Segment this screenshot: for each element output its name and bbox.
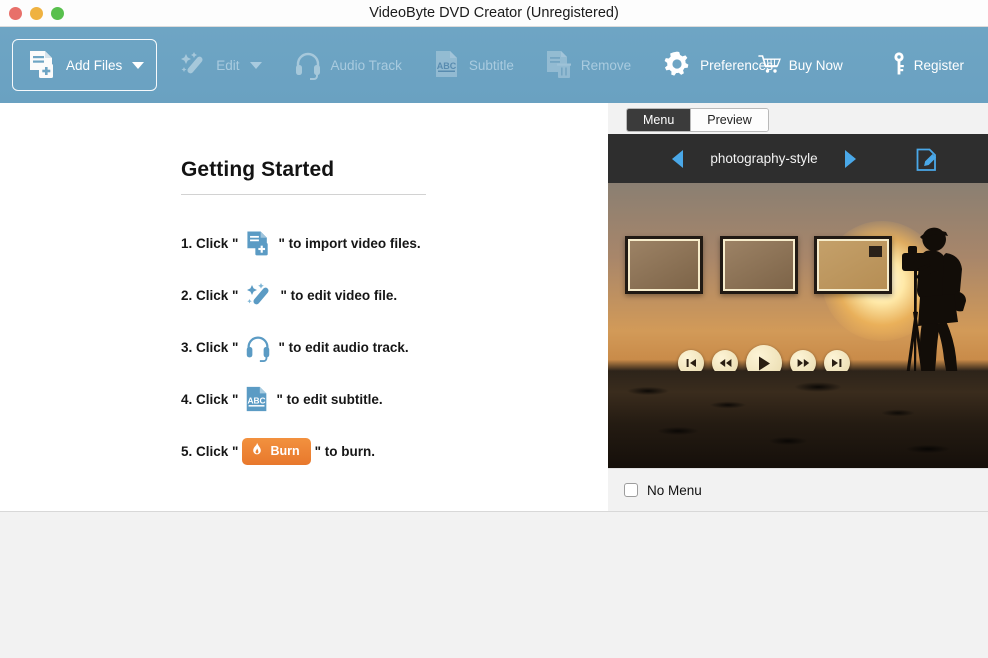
step-3-suffix: " to edit audio track. — [278, 339, 409, 355]
steps-list: 1. Click " " to import video files. 2. C… — [181, 217, 431, 477]
title-bar: VideoByte DVD Creator (Unregistered) — [0, 0, 988, 27]
toolbar-label-buy-now: Buy Now — [788, 57, 843, 73]
toolbar-item-audio-track[interactable]: Audio Track — [282, 39, 412, 91]
abc-subtitle-icon: ABC — [432, 48, 462, 83]
no-menu-row[interactable]: No Menu — [608, 468, 988, 511]
chevron-down-icon[interactable] — [249, 61, 262, 69]
toolbar-item-buy-now[interactable]: Buy Now — [748, 39, 853, 91]
menu-panel: Menu Preview photography-style No Menu — [608, 103, 988, 511]
headphones-icon — [243, 332, 273, 362]
burn-chip[interactable]: Burn — [242, 437, 311, 465]
divider — [181, 194, 426, 195]
list-item: 5. Click " Burn " to burn. — [181, 425, 431, 477]
step-1-suffix: " to import video files. — [278, 235, 421, 251]
step-1-prefix: 1. Click " — [181, 235, 239, 251]
menu-thumbnail-frame[interactable] — [720, 236, 798, 294]
toolbar-label-edit: Edit — [216, 57, 240, 73]
add-files-icon — [243, 227, 273, 259]
step-5-suffix: " to burn. — [314, 443, 375, 459]
step-3-prefix: 3. Click " — [181, 339, 239, 355]
magic-wand-icon — [177, 48, 209, 83]
window-title: VideoByte DVD Creator (Unregistered) — [369, 5, 619, 21]
left-arrow-icon[interactable] — [672, 149, 683, 168]
right-arrow-icon[interactable] — [845, 149, 856, 168]
magic-wand-icon — [243, 279, 275, 311]
toolbar-right-group: Buy Now Register — [748, 27, 974, 103]
template-name: photography-style — [710, 151, 818, 166]
toolbar-item-add-files[interactable]: Add Files — [12, 39, 158, 91]
step-2-suffix: " to edit video file. — [280, 287, 398, 303]
list-item: 4. Click " ABC " to edit subtitle. — [181, 373, 431, 425]
no-menu-label: No Menu — [647, 482, 702, 498]
toolbar-label-subtitle: Subtitle — [468, 57, 514, 73]
toolbar-label-remove: Remove — [580, 57, 632, 73]
template-nav: photography-style — [672, 134, 856, 183]
cart-icon — [757, 53, 782, 78]
menu-preview-tabs: Menu Preview — [626, 108, 769, 132]
step-4-prefix: 4. Click " — [181, 391, 239, 407]
tab-preview[interactable]: Preview — [690, 109, 768, 131]
toolbar-item-remove[interactable]: Remove — [534, 39, 641, 91]
toolbar-item-register[interactable]: Register — [881, 39, 974, 91]
menu-preview-image[interactable] — [608, 183, 988, 468]
key-icon — [891, 51, 907, 80]
tab-menu[interactable]: Menu — [627, 109, 691, 131]
shoreline — [608, 371, 988, 468]
headphones-icon — [292, 48, 324, 83]
app-window: VideoByte DVD Creator (Unregistered) Add… — [0, 0, 988, 658]
getting-started-wrap: Getting Started 1. Click " " to import v… — [181, 158, 431, 477]
toolbar: Add Files Edit Audio Track ABC Subtitle … — [0, 27, 988, 103]
edit-document-icon[interactable] — [914, 147, 940, 178]
svg-text:ABC: ABC — [248, 396, 266, 406]
no-menu-checkbox[interactable] — [624, 483, 638, 497]
remove-trash-icon — [544, 48, 574, 83]
gear-icon — [661, 48, 693, 83]
toolbar-item-subtitle[interactable]: ABC Subtitle — [422, 39, 524, 91]
svg-text:ABC: ABC — [437, 61, 457, 71]
toolbar-label-audio-track: Audio Track — [330, 57, 402, 73]
page-title: Getting Started — [181, 158, 335, 181]
burn-settings-panel: Destination: Optiarc BD RW BD-5740L 1.5A… — [0, 511, 988, 658]
menu-thumbnail-frame[interactable] — [625, 236, 703, 294]
toolbar-label-register: Register — [913, 57, 964, 73]
photographer-silhouette — [858, 215, 974, 390]
list-item: 3. Click " " to edit audio track. — [181, 321, 431, 373]
burn-chip-label: Burn — [270, 444, 300, 458]
getting-started-panel: Getting Started 1. Click " " to import v… — [0, 103, 608, 511]
toolbar-item-edit[interactable]: Edit — [167, 39, 271, 91]
toolbar-left-group: Add Files Edit Audio Track ABC Subtitle … — [12, 27, 783, 103]
step-5-prefix: 5. Click " — [181, 443, 239, 459]
toolbar-label-add-files: Add Files — [66, 57, 123, 73]
chevron-down-icon[interactable] — [132, 61, 145, 69]
abc-subtitle-icon: ABC — [243, 384, 271, 414]
step-2-prefix: 2. Click " — [181, 287, 239, 303]
flame-icon — [250, 442, 264, 461]
add-files-icon — [25, 47, 59, 84]
list-item: 1. Click " " to import video files. — [181, 217, 431, 269]
list-item: 2. Click " " to edit video file. — [181, 269, 431, 321]
step-4-suffix: " to edit subtitle. — [276, 391, 383, 407]
template-selector-bar: photography-style — [608, 134, 988, 183]
